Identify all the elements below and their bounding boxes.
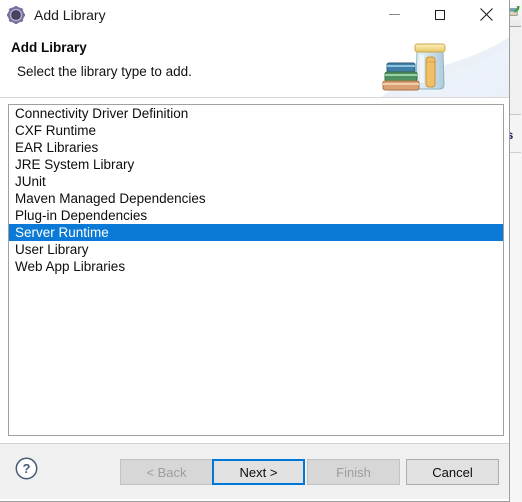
library-jar-books-icon — [381, 37, 509, 97]
svg-text:?: ? — [23, 461, 31, 476]
list-item[interactable]: JUnit — [9, 173, 503, 190]
close-icon — [479, 8, 493, 21]
cancel-button[interactable]: Cancel — [406, 459, 499, 485]
dialog-body: Connectivity Driver Definition CXF Runtim… — [0, 98, 509, 443]
finish-button[interactable]: Finish — [307, 459, 400, 485]
dialog-titlebar[interactable]: Add Library — [0, 0, 509, 29]
gear-icon — [7, 5, 25, 24]
list-item[interactable]: JRE System Library — [9, 156, 503, 173]
list-item[interactable]: Web App Libraries — [9, 258, 503, 275]
list-item[interactable]: Connectivity Driver Definition — [9, 105, 503, 122]
header-title: Add Library — [11, 40, 87, 55]
maximize-button[interactable] — [417, 0, 463, 29]
window-controls — [371, 0, 509, 29]
list-item[interactable]: Plug-in Dependencies — [9, 207, 503, 224]
next-button[interactable]: Next > — [212, 459, 305, 485]
header-description: Select the library type to add. — [17, 64, 192, 79]
maximize-icon — [435, 9, 445, 20]
list-item[interactable]: CXF Runtime — [9, 122, 503, 139]
close-button[interactable] — [463, 0, 509, 29]
list-item[interactable]: EAR Libraries — [9, 139, 503, 156]
minimize-button[interactable] — [371, 0, 417, 29]
list-item[interactable]: User Library — [9, 241, 503, 258]
back-button[interactable]: < Back — [120, 459, 213, 485]
dialog-header: Add Library Select the library type to a… — [0, 29, 509, 98]
list-item[interactable]: Maven Managed Dependencies — [9, 190, 503, 207]
minimize-icon — [388, 14, 400, 15]
library-type-list[interactable]: Connectivity Driver Definition CXF Runtim… — [8, 104, 504, 436]
dialog-title: Add Library — [34, 6, 106, 23]
dialog-footer: ? < Back Next > Finish Cancel — [0, 443, 509, 499]
list-item[interactable]: Server Runtime — [9, 224, 503, 241]
help-icon[interactable]: ? — [15, 457, 38, 480]
add-library-dialog: Add Library Add Library Select the libra… — [0, 0, 510, 502]
